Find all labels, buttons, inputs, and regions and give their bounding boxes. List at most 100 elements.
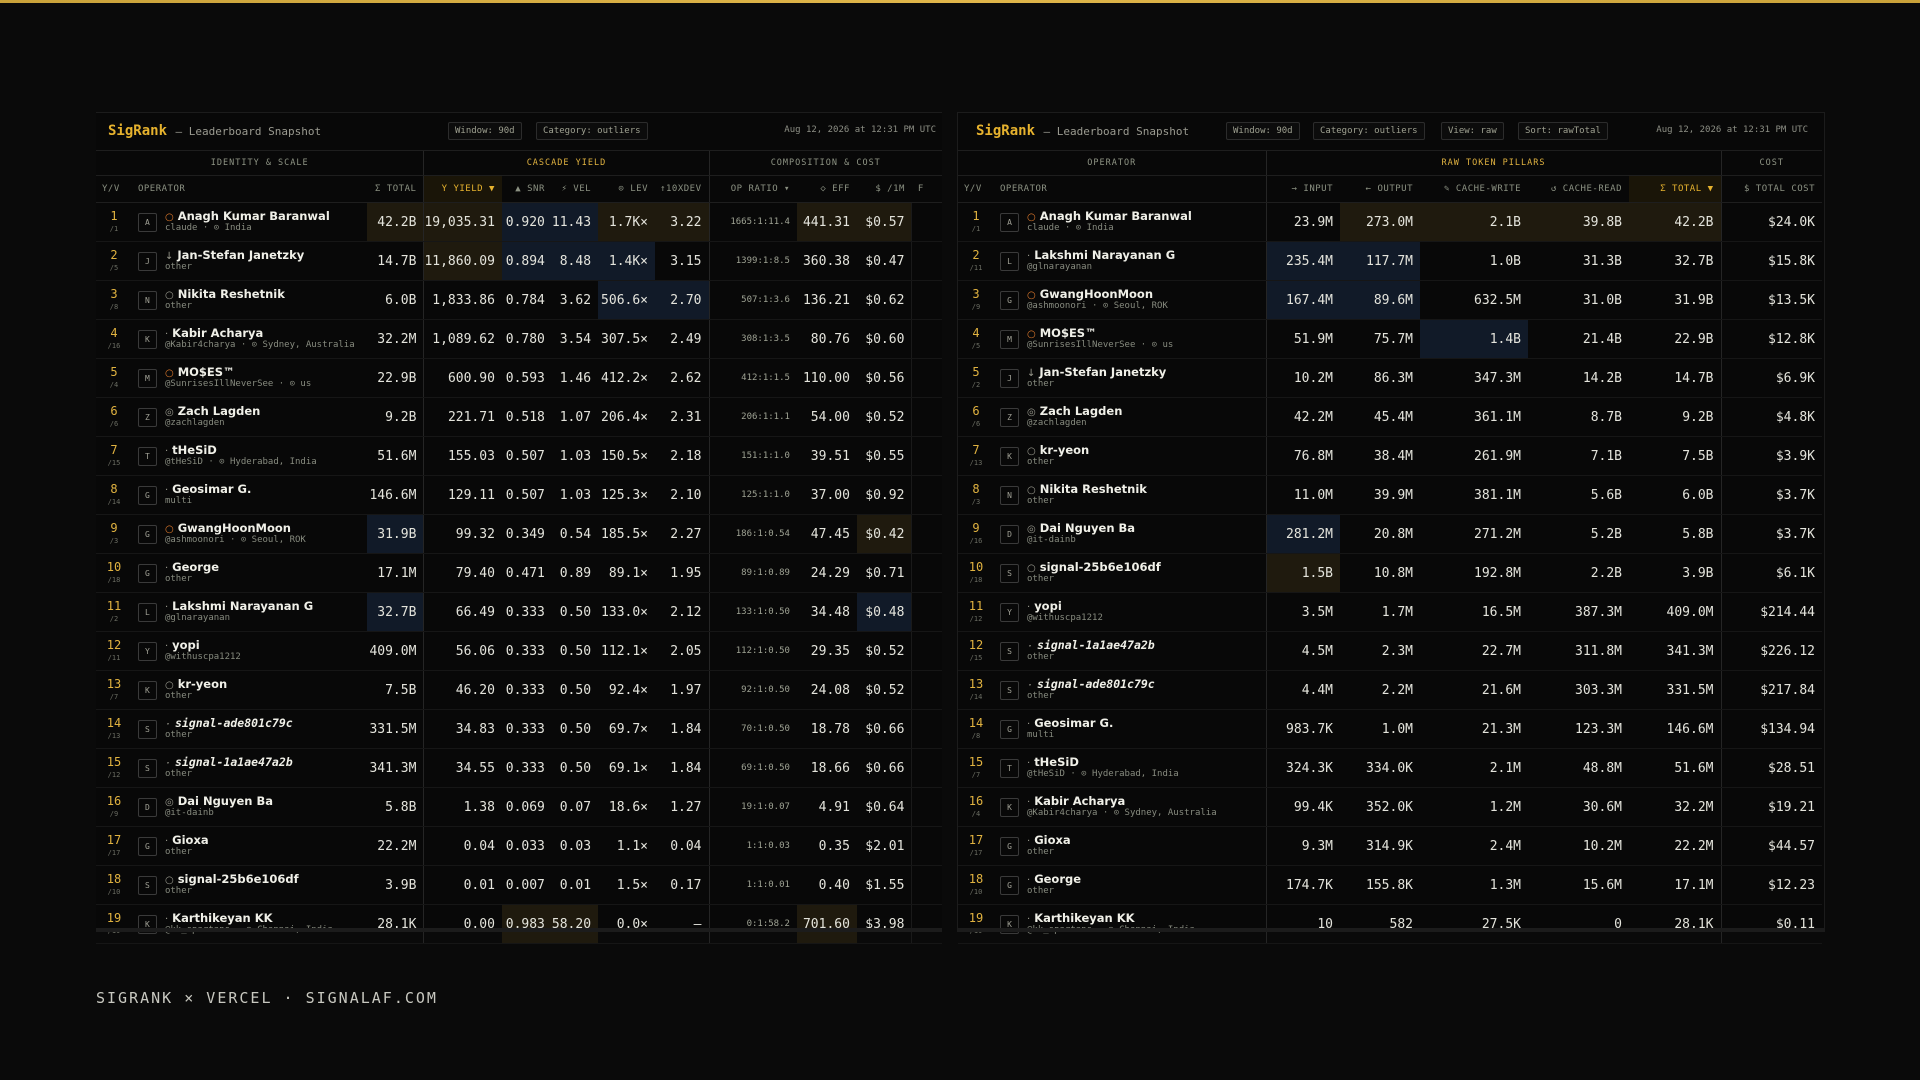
operator-cell[interactable]: G ○ GwangHoonMoon @ashmoonori · ⊙ Seoul, RO… — [131, 514, 367, 554]
col-output[interactable]: ← OUTPUT — [1340, 175, 1420, 203]
operator-cell[interactable]: G · George other — [131, 553, 367, 593]
operator-name[interactable]: · George — [1027, 872, 1081, 886]
operator-name[interactable]: · Karthikeyan KK — [165, 911, 273, 925]
operator-cell[interactable]: K ○ kr-yeon other — [131, 670, 367, 710]
operator-name[interactable]: · Gioxa — [1027, 833, 1071, 847]
operator-name[interactable]: ◎ Dai Nguyen Ba — [165, 794, 273, 808]
operator-cell[interactable]: G ○ GwangHoonMoon @ashmoonori · ⊙ Seoul, RO… — [994, 280, 1266, 320]
table-row[interactable]: 14/13 S · signal-ade801c79c other 331.5M 34.83… — [96, 709, 942, 749]
operator-cell[interactable]: G · George other — [994, 865, 1266, 905]
table-row[interactable]: 16/9 D ◎ Dai Nguyen Ba @it-dainb 5.8B 1.38 0.06… — [96, 787, 942, 827]
table-row[interactable]: 9/16 D ◎ Dai Nguyen Ba @it-dainb 281.2M 20.8M 2… — [958, 514, 1822, 554]
window-filter-chip[interactable]: Window: 90d — [448, 122, 522, 140]
operator-name[interactable]: ○ signal-25b6e106df — [165, 872, 299, 886]
operator-name[interactable]: ○ MO$ES™ — [1027, 326, 1097, 340]
operator-name[interactable]: ↓ Jan-Stefan Janetzky — [165, 248, 304, 262]
category-filter-chip[interactable]: Category: outliers — [1313, 122, 1425, 140]
operator-name[interactable]: · George — [165, 560, 219, 574]
operator-name[interactable]: · Geosimar G. — [165, 482, 251, 496]
operator-cell[interactable]: Y · yopi @withuscpa1212 — [994, 592, 1266, 632]
operator-cell[interactable]: Y · yopi @withuscpa1212 — [131, 631, 367, 671]
operator-cell[interactable]: G · Geosimar G. multi — [131, 475, 367, 515]
table-row[interactable]: 2/5 J ↓ Jan-Stefan Janetzky other 14.7B 11,860… — [96, 241, 942, 281]
operator-cell[interactable]: S ○ signal-25b6e106df other — [131, 865, 367, 905]
operator-cell[interactable]: N ○ Nikita Reshetnik other — [994, 475, 1266, 515]
operator-cell[interactable]: J ↓ Jan-Stefan Janetzky other — [131, 241, 367, 281]
col-vel[interactable]: ⚡ VEL — [551, 175, 599, 203]
operator-cell[interactable]: A ○ Anagh Kumar Baranwal claude · ⊙ India — [994, 202, 1266, 242]
operator-cell[interactable]: M ○ MO$ES™ @SunrisesIllNeverSee · ⊙ us — [994, 319, 1266, 359]
operator-name[interactable]: · yopi — [165, 638, 200, 652]
col-yield-sorted[interactable]: Y YIELD ▼ — [423, 175, 502, 203]
table-row[interactable]: 18/10 G · George other 174.7K 155.8K 1.3M 15.6M 1… — [958, 865, 1822, 905]
operator-name[interactable]: ◎ Dai Nguyen Ba — [1027, 521, 1135, 535]
table-row[interactable]: 11/2 L · Lakshmi Narayanan G @glnarayanan 32.… — [96, 592, 942, 632]
operator-name[interactable]: · Kabir Acharya — [1027, 794, 1125, 808]
table-row[interactable]: 17/17 G · Gioxa other 9.3M 314.9K 2.4M 10.2M 22.2… — [958, 826, 1822, 866]
table-row[interactable]: 7/15 T · tHeSiD @tHeSiD · ⊙ Hyderabad, India… — [96, 436, 942, 476]
horizontal-scrollbar[interactable] — [96, 928, 942, 932]
operator-name[interactable]: ○ Anagh Kumar Baranwal — [165, 209, 330, 223]
operator-cell[interactable]: K·Karthikeyan KK@kk_spartans · ⊙ Chennai… — [994, 904, 1266, 944]
operator-name[interactable]: ○ kr-yeon — [1027, 443, 1089, 457]
operator-name[interactable]: · tHeSiD — [1027, 755, 1079, 769]
operator-cell[interactable]: L · Lakshmi Narayanan G @glnarayanan — [994, 241, 1266, 281]
operator-cell[interactable]: A ○ Anagh Kumar Baranwal claude · ⊙ India — [131, 202, 367, 242]
view-mode-chip[interactable]: View: raw — [1441, 122, 1504, 140]
col-total-sorted[interactable]: Σ TOTAL ▼ — [1629, 175, 1721, 203]
operator-name[interactable]: · Karthikeyan KK — [1027, 911, 1135, 925]
col-input[interactable]: → INPUT — [1265, 175, 1340, 203]
operator-name[interactable]: ○ signal-25b6e106df — [1027, 560, 1161, 574]
table-row[interactable]: 4/5 M ○ MO$ES™ @SunrisesIllNeverSee · ⊙ us 51… — [958, 319, 1822, 359]
operator-cell[interactable]: S · signal-ade801c79c other — [131, 709, 367, 749]
operator-cell[interactable]: Z ◎ Zach Lagden @zachlagden — [131, 397, 367, 437]
table-row[interactable]: 5/2 J ↓ Jan-Stefan Janetzky other 10.2M 86.3M 3… — [958, 358, 1822, 398]
table-row[interactable]: 13/7 K ○ kr-yeon other 7.5B 46.20 0.333 0.50 92.4… — [96, 670, 942, 710]
table-row[interactable]: 9/3 G ○ GwangHoonMoon @ashmoonori · ⊙ Seoul,… — [96, 514, 942, 554]
col-snr[interactable]: ▲ SNR — [501, 175, 552, 203]
table-row[interactable]: 3/9 G ○ GwangHoonMoon @ashmoonori · ⊙ Seoul,… — [958, 280, 1822, 320]
table-row[interactable]: 13/14 S · signal-ade801c79c other 4.4M 2.2M 21.… — [958, 670, 1822, 710]
col-10xdev[interactable]: ↑10XDEV — [655, 175, 709, 203]
operator-cell[interactable]: G · Geosimar G. multi — [994, 709, 1266, 749]
operator-cell[interactable]: D ◎ Dai Nguyen Ba @it-dainb — [994, 514, 1266, 554]
col-cache-read[interactable]: ↺ CACHE-READ — [1528, 175, 1629, 203]
table-row[interactable]: 7/13 K ○ kr-yeon other 76.8M 38.4M 261.9M 7.1B 7.… — [958, 436, 1822, 476]
table-row[interactable]: 6/6 Z ◎ Zach Lagden @zachlagden 42.2M 45.4M 361… — [958, 397, 1822, 437]
table-row[interactable]: 1/1 A ○ Anagh Kumar Baranwal claude · ⊙ Indi… — [958, 202, 1822, 242]
col-eff[interactable]: ◇ EFF — [796, 175, 857, 203]
table-row[interactable]: 15/12 S · signal-1a1ae47a2b other 341.3M 34.55… — [96, 748, 942, 788]
table-row[interactable]: 12/11 Y · yopi @withuscpa1212 409.0M 56.06 0.33… — [96, 631, 942, 671]
operator-name[interactable]: ↓ Jan-Stefan Janetzky — [1027, 365, 1166, 379]
operator-cell[interactable]: S · signal-1a1ae47a2b other — [994, 631, 1266, 671]
operator-cell[interactable]: S · signal-ade801c79c other — [994, 670, 1266, 710]
col-cache-write[interactable]: ✎ CACHE-WRITE — [1420, 175, 1528, 203]
operator-cell[interactable]: Z ◎ Zach Lagden @zachlagden — [994, 397, 1266, 437]
table-row[interactable]: 4/16 K · Kabir Acharya @Kabir4charya · ⊙ Syd… — [96, 319, 942, 359]
operator-name[interactable]: ○ Nikita Reshetnik — [165, 287, 285, 301]
operator-name[interactable]: ○ GwangHoonMoon — [165, 521, 291, 535]
table-row[interactable]: 6/6 Z ◎ Zach Lagden @zachlagden 9.2B 221.71 0.5… — [96, 397, 942, 437]
operator-cell[interactable]: S ○ signal-25b6e106df other — [994, 553, 1266, 593]
operator-name[interactable]: · Kabir Acharya — [165, 326, 263, 340]
table-row[interactable]: 8/14 G · Geosimar G. multi 146.6M 129.11 0.507 1… — [96, 475, 942, 515]
table-row[interactable]: 8/3 N ○ Nikita Reshetnik other 11.0M 39.9M 381.… — [958, 475, 1822, 515]
operator-name[interactable]: · tHeSiD — [165, 443, 217, 457]
table-row[interactable]: 11/12 Y · yopi @withuscpa1212 3.5M 1.7M 16.5M 38… — [958, 592, 1822, 632]
operator-cell[interactable]: K·Karthikeyan KK@kk_spartans · ⊙ Chennai… — [131, 904, 367, 944]
operator-name[interactable]: · Gioxa — [165, 833, 209, 847]
col-rank[interactable]: Y/V — [96, 175, 132, 203]
col-op-ratio[interactable]: OP RATIO ▾ — [708, 175, 797, 203]
table-row[interactable]: 17/17 G · Gioxa other 22.2M 0.04 0.033 0.03 1.1× 0… — [96, 826, 942, 866]
operator-cell[interactable]: N ○ Nikita Reshetnik other — [131, 280, 367, 320]
table-row[interactable]: 10/18 G · George other 17.1M 79.40 0.471 0.89 89.… — [96, 553, 942, 593]
operator-name[interactable]: ○ GwangHoonMoon — [1027, 287, 1153, 301]
operator-name[interactable]: ○ MO$ES™ — [165, 365, 235, 379]
table-row[interactable]: 19/19K·Karthikeyan KK@kk_spartans · ⊙ Ch… — [958, 904, 1822, 944]
operator-cell[interactable]: D ◎ Dai Nguyen Ba @it-dainb — [131, 787, 367, 827]
operator-cell[interactable]: M ○ MO$ES™ @SunrisesIllNeverSee · ⊙ us — [131, 358, 367, 398]
operator-cell[interactable]: J ↓ Jan-Stefan Janetzky other — [994, 358, 1266, 398]
operator-name[interactable]: · yopi — [1027, 599, 1062, 613]
col-lev[interactable]: ⊙ LEV — [598, 175, 656, 203]
operator-cell[interactable]: S · signal-1a1ae47a2b other — [131, 748, 367, 788]
